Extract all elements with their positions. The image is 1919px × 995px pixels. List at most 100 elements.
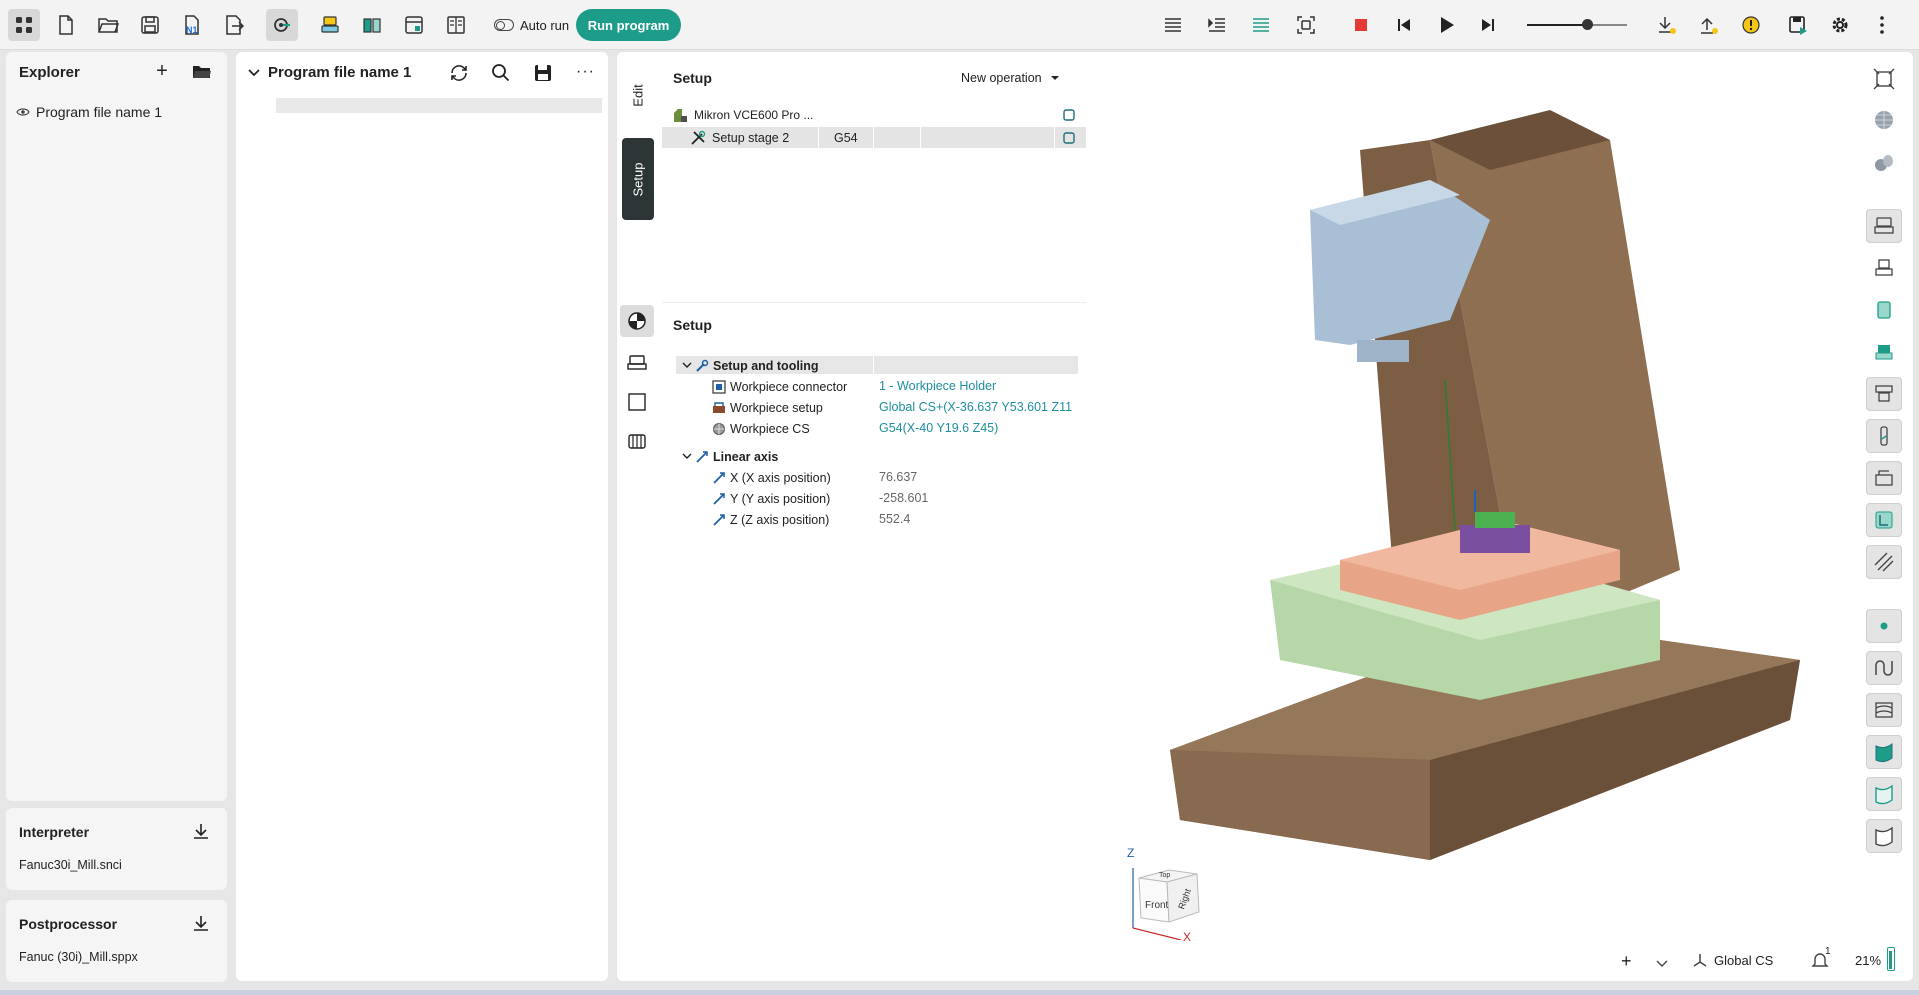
indent-icon[interactable] <box>1201 9 1233 41</box>
new-file-icon[interactable] <box>50 9 82 41</box>
prop-workpiece-connector[interactable]: Workpiece connector <box>712 376 847 397</box>
fit-view-icon[interactable] <box>1866 62 1902 96</box>
download-icon[interactable] <box>192 914 210 935</box>
tools-icon[interactable] <box>356 9 388 41</box>
workpiece-cs-tab-icon[interactable] <box>620 305 654 337</box>
visibility-checkbox-icon[interactable] <box>1062 108 1076 122</box>
settings-icon[interactable] <box>1824 9 1856 41</box>
chevron-down-icon[interactable] <box>682 362 692 370</box>
chevron-down-icon[interactable] <box>682 453 692 461</box>
list-icon[interactable] <box>1157 9 1189 41</box>
stock-tab-icon[interactable] <box>627 392 647 415</box>
skip-forward-icon[interactable] <box>1472 9 1504 41</box>
machine-visibility-icon[interactable] <box>1866 209 1902 243</box>
alert-icon[interactable] <box>1735 9 1767 41</box>
columns-icon[interactable] <box>440 9 472 41</box>
new-operation-dropdown[interactable]: New operation <box>961 71 1060 85</box>
machine-3d-viewport[interactable] <box>1100 100 1820 880</box>
search-icon[interactable] <box>491 63 511 86</box>
surface-display-icon[interactable] <box>1866 693 1902 727</box>
group-linear-axis[interactable]: Linear axis <box>676 446 778 467</box>
open-folder-icon[interactable] <box>92 9 124 41</box>
group-setup-tooling[interactable]: Setup and tooling <box>676 355 1078 376</box>
tree-row-machine[interactable]: Mikron VCE600 Pro ... <box>662 104 1086 125</box>
tab-setup[interactable]: Setup <box>622 138 654 220</box>
simulation-window-icon[interactable] <box>398 9 430 41</box>
shaded-view-icon[interactable] <box>1866 145 1902 179</box>
tool-visibility-icon[interactable] <box>1866 419 1902 453</box>
fixture-visibility-icon[interactable] <box>1866 251 1902 285</box>
connect-icon[interactable] <box>266 9 298 41</box>
holder-visibility-icon[interactable] <box>1866 377 1902 411</box>
toolpath-visibility-icon[interactable] <box>1866 503 1902 537</box>
tree-row-setup-stage[interactable]: Setup stage 2 G54 <box>662 127 1086 148</box>
download-icon[interactable] <box>192 822 210 843</box>
notification-count: 1 <box>1825 946 1831 957</box>
save-icon[interactable] <box>533 63 553 86</box>
save-program-icon[interactable] <box>1782 9 1814 41</box>
new-operation-label: New operation <box>961 71 1042 85</box>
machine-icon[interactable] <box>314 9 346 41</box>
connector-icon <box>712 379 726 394</box>
prop-z-axis[interactable]: Z (Z axis position) <box>712 509 829 530</box>
chevron-down-icon[interactable] <box>248 66 260 81</box>
cube-top-label[interactable]: Top <box>1159 872 1170 879</box>
run-program-button[interactable]: Run program <box>576 9 681 41</box>
prop-value[interactable]: 76.637 <box>879 470 917 484</box>
more-vertical-icon[interactable] <box>1866 9 1898 41</box>
upload-warning-icon[interactable] <box>1692 9 1724 41</box>
add-view-icon[interactable]: + <box>1621 951 1632 972</box>
speed-slider[interactable] <box>1527 19 1627 30</box>
fixture-tab-icon[interactable] <box>627 352 647 375</box>
workpiece-visibility-icon[interactable] <box>1866 461 1902 495</box>
add-icon[interactable]: + <box>152 61 172 82</box>
tab-edit[interactable]: Edit <box>622 60 654 130</box>
download-warning-icon[interactable] <box>1650 9 1682 41</box>
stop-icon[interactable] <box>1345 9 1377 41</box>
wireframe-sphere-icon[interactable] <box>1866 103 1902 137</box>
prop-value-link[interactable]: 1 - Workpiece Holder <box>879 379 996 393</box>
app-grid-icon[interactable] <box>8 9 40 41</box>
toggle-switch[interactable] <box>494 19 514 31</box>
skip-back-icon[interactable] <box>1388 9 1420 41</box>
prop-workpiece-cs[interactable]: Workpiece CS <box>712 418 810 439</box>
view-cube[interactable]: Z X Front Right Top <box>1119 846 1209 944</box>
open-folder-icon[interactable] <box>192 63 212 84</box>
coordinate-system-selector[interactable]: Global CS <box>1692 952 1773 968</box>
tool-library-tab-icon[interactable] <box>627 432 647 455</box>
prop-value-link[interactable]: G54(X-40 Y19.6 Z45) <box>879 421 998 435</box>
nc-number-icon[interactable]: N1 <box>176 9 208 41</box>
setup-tree-title: Setup <box>673 70 712 86</box>
surface-shaded-icon[interactable] <box>1866 735 1902 769</box>
prop-x-axis[interactable]: X (X axis position) <box>712 467 831 488</box>
cube-front-label[interactable]: Front <box>1145 900 1168 911</box>
save-icon[interactable] <box>134 9 166 41</box>
play-icon[interactable] <box>1430 9 1462 41</box>
refresh-icon[interactable] <box>448 63 470 86</box>
prop-workpiece-setup[interactable]: Workpiece setup <box>712 397 823 418</box>
visibility-checkbox-icon[interactable] <box>1062 131 1076 145</box>
explorer-item[interactable]: Program file name 1 <box>16 104 162 120</box>
export-icon[interactable] <box>218 9 250 41</box>
curve-display-icon[interactable] <box>1866 651 1902 685</box>
prop-value[interactable]: -258.601 <box>879 491 928 505</box>
surface-outline-icon[interactable] <box>1866 777 1902 811</box>
part-visibility-icon[interactable] <box>1866 335 1902 369</box>
prop-y-axis[interactable]: Y (Y axis position) <box>712 488 830 509</box>
editor-line[interactable] <box>276 98 602 113</box>
auto-run-toggle[interactable]: Auto run <box>494 15 569 35</box>
prop-value[interactable]: 552.4 <box>879 512 910 526</box>
eye-icon[interactable] <box>16 107 30 117</box>
align-icon[interactable] <box>1245 9 1277 41</box>
linear-axis-icon <box>713 513 725 526</box>
hatch-visibility-icon[interactable] <box>1866 545 1902 579</box>
prop-value-link[interactable]: Global CS+(X-36.637 Y53.601 Z11 <box>879 400 1077 414</box>
screenshot-icon[interactable] <box>1290 9 1322 41</box>
more-horizontal-icon[interactable]: ··· <box>576 63 595 81</box>
chevron-down-icon[interactable] <box>1656 956 1668 971</box>
stock-visibility-icon[interactable] <box>1866 293 1902 327</box>
solid-outline-icon[interactable] <box>1866 819 1902 853</box>
battery-indicator <box>1887 947 1895 971</box>
point-display-icon[interactable] <box>1866 609 1902 643</box>
speed-slider-thumb[interactable] <box>1582 19 1593 30</box>
